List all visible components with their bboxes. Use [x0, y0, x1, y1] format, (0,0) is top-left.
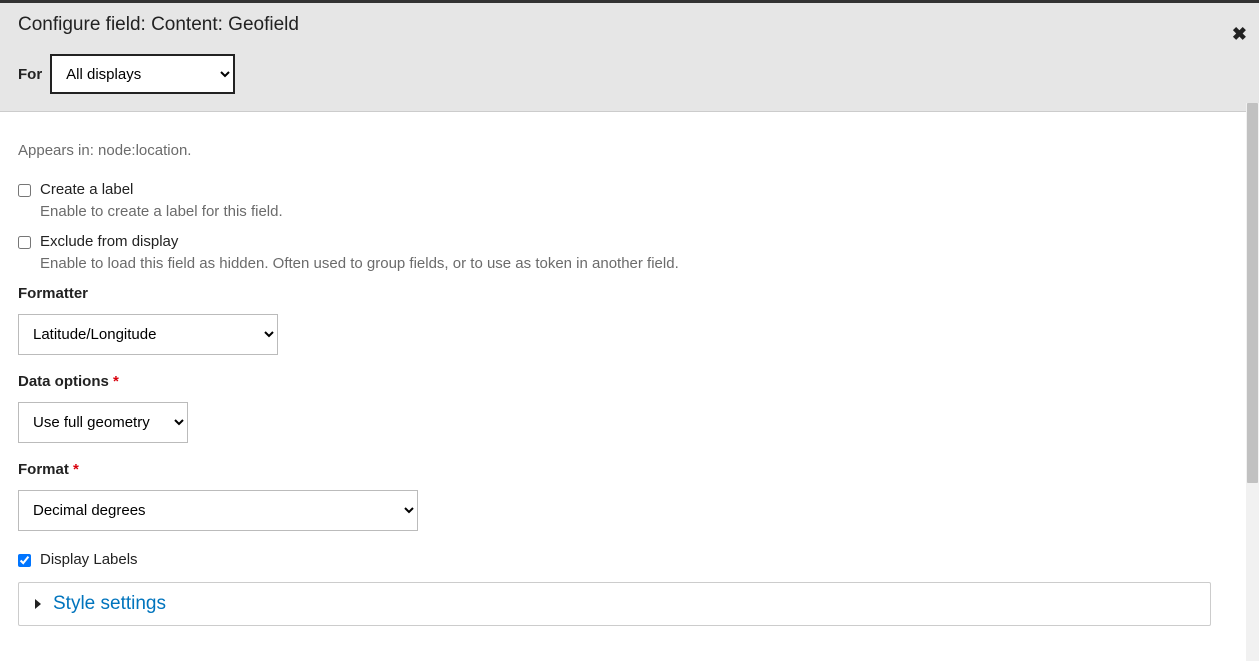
style-settings-link[interactable]: Style settings	[53, 593, 166, 615]
formatter-select[interactable]: Latitude/Longitude	[18, 314, 278, 355]
exclude-display-text: Exclude from display	[40, 233, 178, 250]
for-label: For	[18, 66, 42, 83]
display-scope-select[interactable]: All displays	[50, 54, 235, 94]
modal-body: Appears in: node:location. Create a labe…	[0, 112, 1259, 670]
scrollbar-track[interactable]	[1246, 103, 1259, 661]
close-icon[interactable]: ✖	[1232, 25, 1247, 43]
create-label-checkbox[interactable]	[18, 184, 31, 197]
create-label-description: Enable to create a label for this field.	[40, 203, 1241, 220]
display-labels-row: Display Labels	[18, 551, 1241, 568]
required-mark: *	[73, 461, 79, 478]
data-options-select[interactable]: Use full geometry	[18, 402, 188, 443]
format-label: Format *	[18, 461, 1241, 478]
exclude-display-description: Enable to load this field as hidden. Oft…	[40, 255, 1241, 272]
data-options-label: Data options *	[18, 373, 1241, 390]
formatter-label: Formatter	[18, 285, 1241, 302]
format-select[interactable]: Decimal degrees	[18, 490, 418, 531]
display-labels-checkbox[interactable]	[18, 554, 31, 567]
exclude-display-row: Exclude from display	[18, 233, 1241, 250]
display-scope-row: For All displays	[18, 54, 1241, 94]
style-settings-section[interactable]: Style settings	[18, 582, 1211, 626]
modal-title: Configure field: Content: Geofield	[18, 14, 1241, 36]
appears-in-text: Appears in: node:location.	[18, 142, 1241, 159]
create-label-row: Create a label	[18, 181, 1241, 198]
required-mark: *	[113, 373, 119, 390]
modal-header: Configure field: Content: Geofield ✖ For…	[0, 3, 1259, 112]
exclude-display-checkbox[interactable]	[18, 236, 31, 249]
scrollbar-thumb[interactable]	[1247, 103, 1258, 483]
display-labels-text: Display Labels	[40, 551, 138, 568]
create-label-text: Create a label	[40, 181, 133, 198]
caret-right-icon	[35, 599, 41, 609]
